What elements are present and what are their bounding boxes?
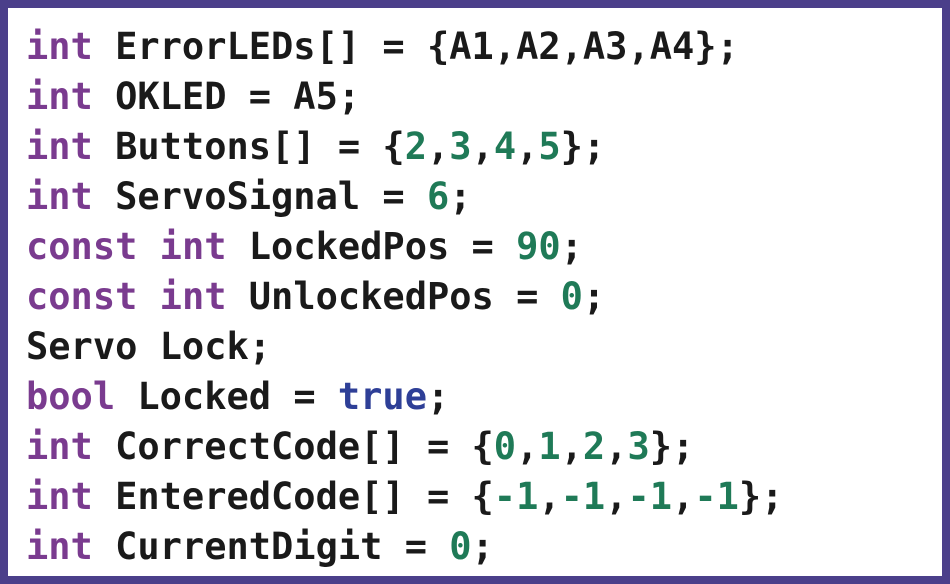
code-token-txt: , xyxy=(605,425,628,468)
code-token-num: 3 xyxy=(449,125,472,168)
code-token-num: 2 xyxy=(404,125,427,168)
code-token-kw: bool xyxy=(26,375,116,418)
code-token-kw: int xyxy=(26,25,93,68)
code-line: const int LockedPos = 90; xyxy=(26,222,946,272)
code-token-kw: const xyxy=(26,275,138,318)
code-token-txt: }; xyxy=(560,125,606,168)
code-line: int Buttons[] = {2,3,4,5}; xyxy=(26,122,946,172)
code-token-num: -1 xyxy=(560,475,606,518)
code-line: int CorrectCode[] = {0,1,2,3}; xyxy=(26,422,946,472)
code-token-kw: int xyxy=(26,475,93,518)
code-token-txt: EnteredCode[] = { xyxy=(92,475,494,518)
code-token-lit: true xyxy=(337,375,427,418)
code-token-txt: CurrentDigit = xyxy=(92,525,450,568)
code-token-txt: ; xyxy=(471,525,494,568)
code-token-txt: }; xyxy=(649,425,695,468)
code-line: const int UnlockedPos = 0; xyxy=(26,272,946,322)
code-token-txt: , xyxy=(426,125,450,168)
code-token-txt: ; xyxy=(449,175,472,218)
code-token-num: -1 xyxy=(493,475,539,518)
code-token-txt: LockedPos = xyxy=(226,225,517,268)
code-token-num: 0 xyxy=(449,525,472,568)
code-token-txt: , xyxy=(672,475,695,518)
code-token-kw: int xyxy=(26,175,93,218)
code-line: int OKLED = A5; xyxy=(26,72,946,122)
code-token-txt: , xyxy=(471,125,494,168)
code-token-num: 2 xyxy=(582,425,606,468)
code-token-num: 3 xyxy=(627,425,650,468)
code-token-num: 90 xyxy=(516,225,561,268)
code-token-txt: , xyxy=(516,125,539,168)
code-token-txt: , xyxy=(516,425,539,468)
code-line: Servo Lock; xyxy=(26,322,946,372)
code-token-txt: Buttons[] = { xyxy=(92,125,405,168)
code-token-txt: ; xyxy=(426,375,450,418)
code-block: int ErrorLEDs[] = {A1,A2,A3,A4}; int OKLE… xyxy=(26,22,946,572)
code-token-num: 1 xyxy=(538,425,561,468)
code-token-num: 5 xyxy=(538,125,561,168)
code-line: bool Locked = true; xyxy=(26,372,946,422)
code-token-txt: }; xyxy=(738,475,784,518)
code-snippet-frame: int ErrorLEDs[] = {A1,A2,A3,A4}; int OKLE… xyxy=(0,0,950,584)
code-token-txt: Locked = xyxy=(115,375,338,418)
code-token-kw: int xyxy=(26,125,93,168)
code-token-num: -1 xyxy=(694,475,739,518)
code-token-txt: OKLED = A5; xyxy=(92,75,361,118)
code-token-txt: , xyxy=(538,475,561,518)
code-token-txt: Servo Lock; xyxy=(26,325,272,368)
code-token-txt: ServoSignal = xyxy=(92,175,427,218)
code-line: int ErrorLEDs[] = {A1,A2,A3,A4}; xyxy=(26,22,946,72)
code-token-kw: const xyxy=(26,225,138,268)
code-line: int ServoSignal = 6; xyxy=(26,172,946,222)
code-token-kw: int xyxy=(159,275,227,318)
code-token-txt: ErrorLEDs[] = {A1,A2,A3,A4}; xyxy=(92,25,739,68)
code-token-txt: CorrectCode[] = { xyxy=(92,425,494,468)
code-token-num: 0 xyxy=(560,275,583,318)
code-token-num: 4 xyxy=(493,125,517,168)
code-line: int EnteredCode[] = {-1,-1,-1,-1}; xyxy=(26,472,946,522)
code-token-num: 6 xyxy=(426,175,450,218)
code-token-txt: UnlockedPos = xyxy=(226,275,561,318)
code-token-kw: int xyxy=(26,525,93,568)
code-token-num: -1 xyxy=(627,475,673,518)
code-token-kw: int xyxy=(26,425,93,468)
code-token-kw: int xyxy=(159,225,227,268)
code-token-num: 0 xyxy=(493,425,517,468)
code-token-txt: ; xyxy=(582,275,606,318)
code-token-txt: ; xyxy=(560,225,583,268)
code-token-kw: int xyxy=(26,75,93,118)
code-line: int CurrentDigit = 0; xyxy=(26,522,946,572)
code-token-txt: , xyxy=(560,425,583,468)
code-token-txt: , xyxy=(605,475,628,518)
